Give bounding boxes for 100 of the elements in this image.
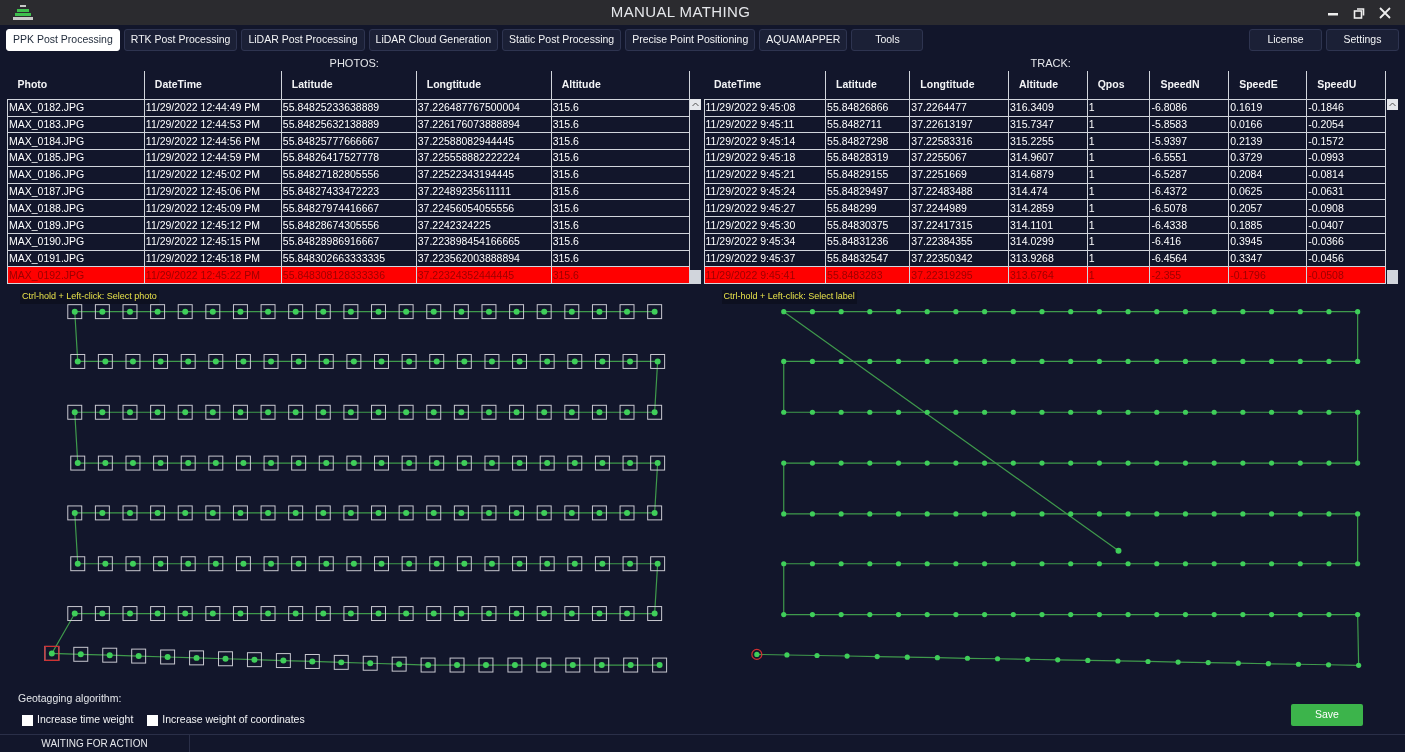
table-cell: 37.225558882222224 [416,149,552,167]
tab[interactable]: LiDAR Post Processing [241,28,365,51]
table-cell: MAX_0186.JPG [7,166,145,184]
tab[interactable]: AQUAMAPPER [759,28,848,51]
table-cell: -5.9397 [1149,132,1229,150]
table-cell: MAX_0182.JPG [7,99,145,117]
table-cell: 11/29/2022 9:45:21 [704,166,826,184]
column-header[interactable]: SpeedN [1149,71,1229,100]
table-cell: -0.0814 [1306,166,1386,184]
table-cell: 55.84827974416667 [281,199,417,217]
table-cell: MAX_0187.JPG [7,183,145,200]
table-cell: 37.223562003888894 [416,250,552,267]
restore-icon[interactable] [1353,6,1365,19]
table-cell: 11/29/2022 12:44:53 PM [144,116,282,133]
table-cell: 313.9268 [1008,250,1088,267]
table-cell: -0.0508 [1306,266,1386,284]
table-cell: 1 [1087,99,1150,117]
tab[interactable]: RTK Post Processing [123,28,238,51]
table-cell: -0.0993 [1306,149,1386,167]
header-button[interactable]: License [1249,28,1322,51]
table-cell: 37.2244989 [909,199,1009,217]
table-row[interactable]: 11/29/2022 9:45:08 55.84826866 37.2264477 316.3409 1 -6.8086 0.1619 -0.1846 [704,99,1386,117]
table-cell: 11/29/2022 12:44:56 PM [144,132,282,150]
table-cell: -0.1572 [1306,132,1386,150]
column-header[interactable]: Altitude [551,71,689,100]
scroll-thumb[interactable] [690,270,701,285]
table-cell: 55.84829497 [825,183,910,200]
table-cell: 55.84829155 [825,166,910,184]
tab[interactable]: Precise Point Positioning [625,28,756,51]
table-cell: 11/29/2022 12:44:49 PM [144,99,282,117]
table-cell: 316.3409 [1008,99,1088,117]
table-cell: 0.2057 [1228,199,1307,217]
table-cell: MAX_0188.JPG [7,199,145,217]
column-header[interactable]: DateTime [704,71,826,100]
table-cell: 55.848308128333336 [281,266,417,284]
table-cell: 37.2255067 [909,149,1009,167]
table-cell: 11/29/2022 9:45:24 [704,183,826,200]
tab[interactable]: PPK Post Processing [6,28,120,51]
column-header[interactable]: Photo [7,71,145,100]
table-cell: 11/29/2022 12:45:12 PM [144,216,282,234]
table-cell: 315.6 [551,132,689,150]
table-cell: 11/29/2022 9:45:41 [704,266,826,284]
table-cell: 1 [1087,199,1150,217]
checkbox[interactable] [22,714,33,726]
table-cell: -6.5078 [1149,199,1229,217]
close-icon[interactable] [1379,6,1391,19]
table-cell: 37.22489235611111 [416,183,552,200]
tab[interactable]: Tools [851,28,924,51]
table-cell: 0.0625 [1228,183,1307,200]
table-cell: 11/29/2022 9:45:34 [704,233,826,251]
table-cell: 37.2264477 [909,99,1009,117]
table-cell: MAX_0190.JPG [7,233,145,251]
table-cell: 315.6 [551,216,689,234]
table-cell: 11/29/2022 12:45:02 PM [144,166,282,184]
column-header[interactable]: SpeedE [1228,71,1307,100]
column-header[interactable]: Altitude [1008,71,1088,100]
table-cell: 1 [1087,166,1150,184]
table-cell: 315.6 [551,183,689,200]
tab[interactable]: LiDAR Cloud Generation [368,28,499,51]
table-cell: 11/29/2022 12:45:18 PM [144,250,282,267]
table-cell: 37.22588082944445 [416,132,552,150]
column-header[interactable]: DateTime [144,71,282,100]
scrollbar[interactable] [1386,99,1398,285]
header-button[interactable]: Settings [1326,28,1399,51]
table-row[interactable]: MAX_0182.JPG 11/29/2022 12:44:49 PM 55.84825233638889 37.226487767500004 315.6 [7,99,689,117]
table-cell: 11/29/2022 12:45:22 PM [144,266,282,284]
column-header[interactable]: Longtitude [909,71,1009,100]
table-cell: 55.84826866 [825,99,910,117]
scroll-up-icon[interactable] [690,99,701,111]
checkbox-label: Increase weight of coordinates [162,712,305,728]
table-cell: -6.4372 [1149,183,1229,200]
table-cell: 11/29/2022 12:44:59 PM [144,149,282,167]
table-cell: 55.84828674305556 [281,216,417,234]
table-cell: 1 [1087,116,1150,133]
checkbox[interactable] [147,714,159,726]
scroll-up-icon[interactable] [1386,99,1398,111]
table-cell: -0.0366 [1306,233,1386,251]
table-cell: -6.5551 [1149,149,1229,167]
tab[interactable]: Static Post Processing [502,28,622,51]
table-cell: 55.84832547 [825,250,910,267]
column-header[interactable]: SpeedU [1306,71,1386,100]
table-cell: 37.2251669 [909,166,1009,184]
table-cell: -0.1796 [1228,266,1307,284]
table-cell: 315.6 [551,266,689,284]
table-cell: MAX_0184.JPG [7,132,145,150]
app-logo-icon [12,3,34,22]
table-cell: -0.0407 [1306,216,1386,234]
table-cell: 37.2242324225 [416,216,552,234]
scroll-thumb[interactable] [1386,270,1398,285]
status-bar: WAITING FOR ACTION [0,735,190,752]
column-header[interactable]: Latitude [825,71,910,100]
checkbox-label: Increase time weight [37,712,134,728]
table-cell: 11/29/2022 12:45:09 PM [144,199,282,217]
column-header[interactable]: Qpos [1087,71,1150,100]
table-cell: 315.6 [551,199,689,217]
table-cell: 1 [1087,149,1150,167]
column-header[interactable]: Latitude [281,71,417,100]
table-cell: MAX_0189.JPG [7,216,145,234]
table-cell: 1 [1087,132,1150,150]
column-header[interactable]: Longtitude [416,71,552,100]
